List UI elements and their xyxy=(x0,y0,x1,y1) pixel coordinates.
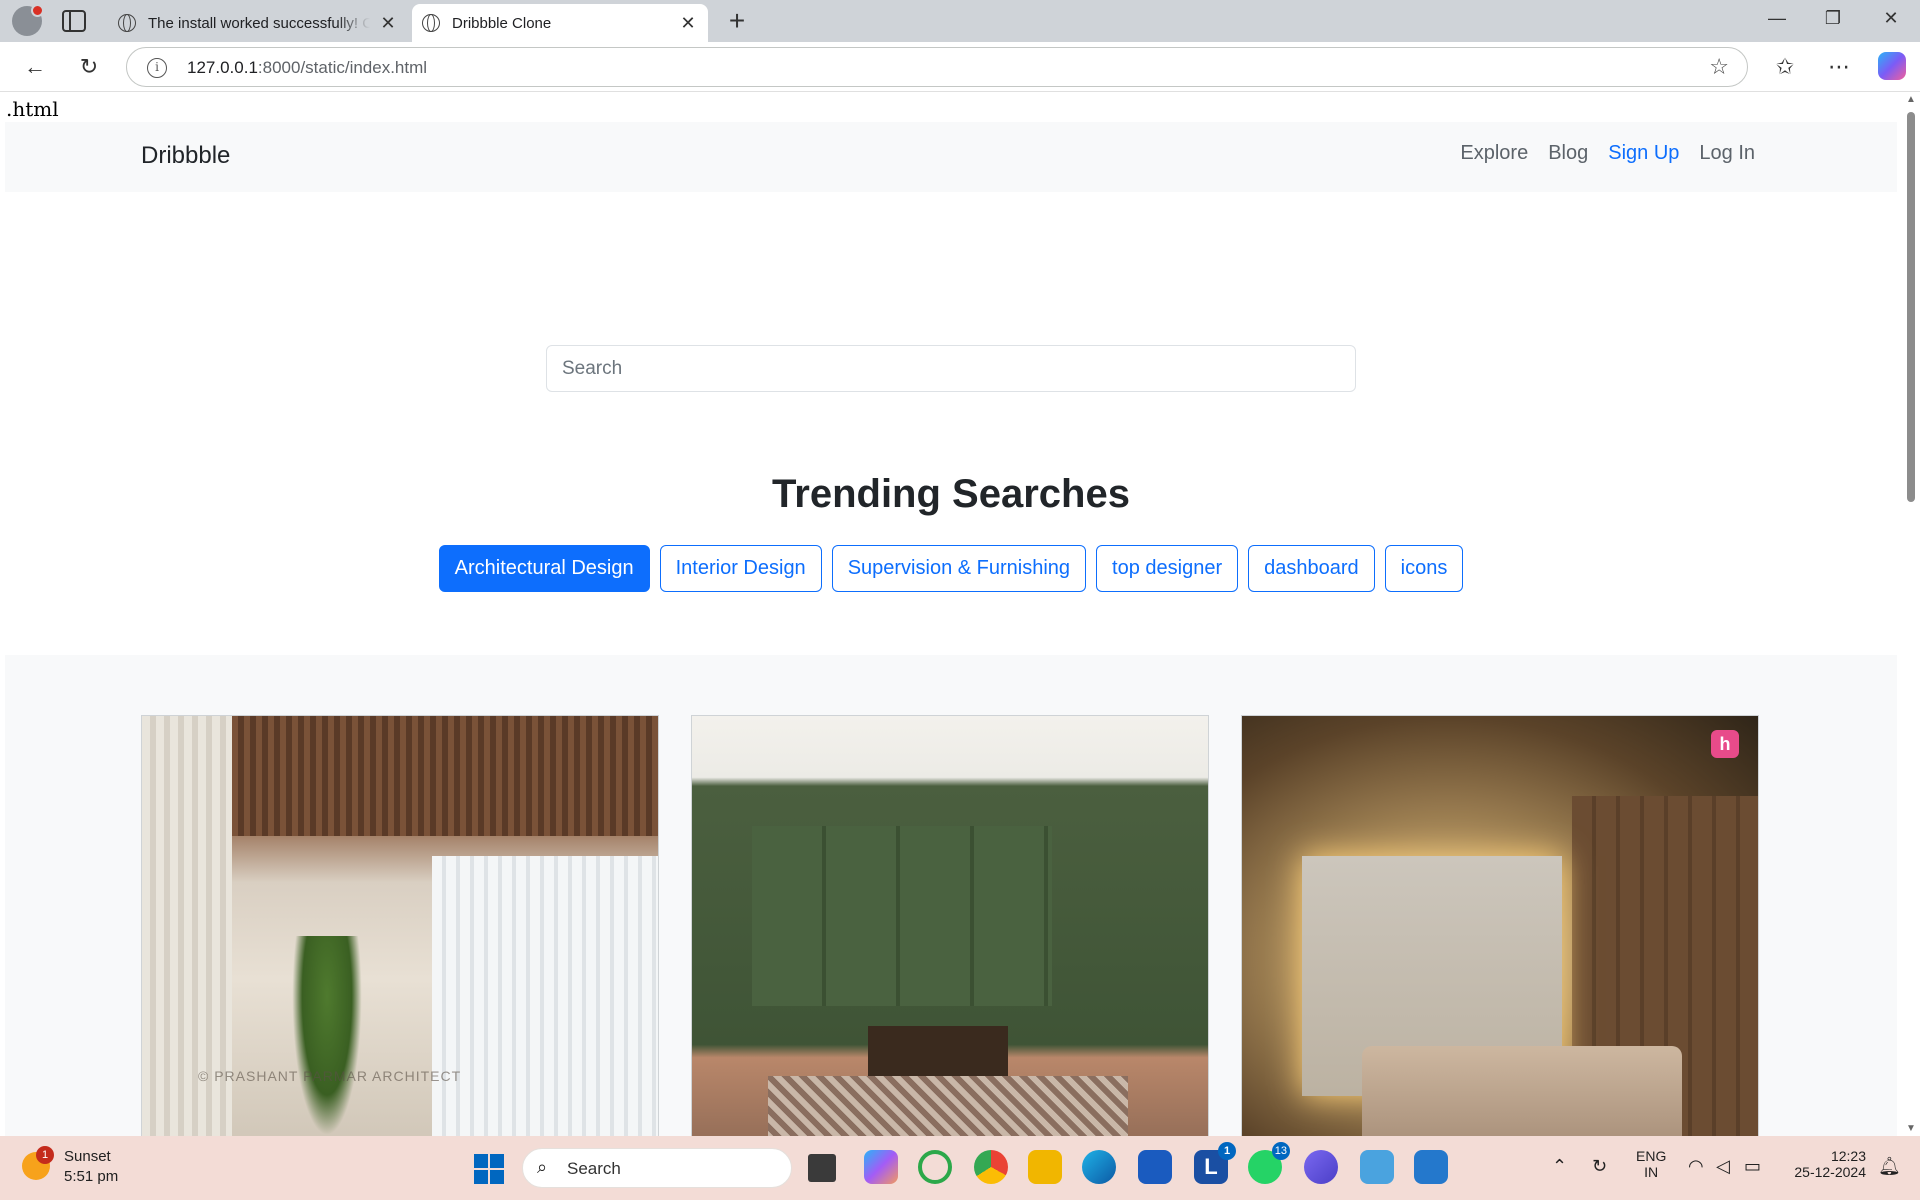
whatsapp-badge: 13 xyxy=(1271,1142,1290,1160)
file-explorer-icon[interactable] xyxy=(1028,1150,1062,1184)
shot-image-detail xyxy=(752,826,1052,1006)
linkedin-icon[interactable]: L1 xyxy=(1194,1142,1236,1184)
shot-watermark: © PRASHANT PARMAR ARCHITECT xyxy=(198,1068,462,1084)
taskbar-search[interactable]: ⌕ Search xyxy=(522,1148,792,1188)
refresh-app-icon[interactable] xyxy=(918,1150,952,1184)
shot-card-kitchen[interactable] xyxy=(691,715,1209,1136)
browser-toolbar: ← ↻ i 127.0.0.1:8000/static/index.html ☆… xyxy=(0,42,1920,92)
globe-icon xyxy=(118,14,136,32)
battery-icon[interactable]: ▭ xyxy=(1744,1156,1761,1177)
trending-title: Trending Searches xyxy=(772,472,1130,516)
clock[interactable]: 12:23 25-12-2024 xyxy=(1786,1148,1866,1180)
shot-image-detail xyxy=(292,936,362,1136)
whatsapp-icon[interactable]: 13 xyxy=(1248,1142,1290,1184)
copilot-icon[interactable] xyxy=(1878,52,1906,80)
nav-links: Explore Blog Sign Up Log In xyxy=(1460,142,1755,165)
tab-title: Dribbble Clone xyxy=(452,14,552,32)
taskbar-search-label: Search xyxy=(567,1159,621,1178)
url-text[interactable]: 127.0.0.1:8000/static/index.html xyxy=(187,58,427,78)
minimize-icon[interactable]: — xyxy=(1762,8,1792,29)
tag-supervision-furnishing[interactable]: Supervision & Furnishing xyxy=(831,545,1087,592)
restore-icon[interactable]: ❐ xyxy=(1818,8,1848,29)
copilot-app-icon[interactable] xyxy=(864,1150,898,1184)
wifi-icon[interactable]: ◠ xyxy=(1688,1156,1704,1177)
tab-dribbble-clone[interactable]: Dribbble Clone ✕ xyxy=(412,4,708,42)
scroll-up-icon[interactable]: ▲ xyxy=(1906,94,1916,105)
weather-badge: 1 xyxy=(36,1146,54,1164)
tag-interior-design[interactable]: Interior Design xyxy=(659,545,822,592)
site-info-icon[interactable]: i xyxy=(147,58,167,78)
nav-signup[interactable]: Sign Up xyxy=(1608,142,1679,165)
tab-install-worked[interactable]: The install worked successfully! Co ✕ xyxy=(108,4,408,42)
shot-card-bedroom[interactable]: h xyxy=(1241,715,1759,1136)
stray-text: .html xyxy=(6,97,59,121)
start-button[interactable] xyxy=(474,1154,504,1184)
shot-image-detail xyxy=(1362,1046,1682,1136)
trending-tags: Architectural Design Interior Design Sup… xyxy=(0,545,1902,592)
nav-login[interactable]: Log In xyxy=(1699,142,1755,165)
sync-icon[interactable]: ↻ xyxy=(1592,1156,1607,1177)
vscode-icon[interactable] xyxy=(1414,1150,1448,1184)
weather-title: Sunset xyxy=(64,1148,111,1165)
shot-card-balcony[interactable]: © PRASHANT PARMAR ARCHITECT xyxy=(141,715,659,1136)
globe-icon xyxy=(422,14,440,32)
address-bar[interactable]: i 127.0.0.1:8000/static/index.html ☆ xyxy=(126,47,1748,87)
page-viewport: .html Dribbble Explore Blog Sign Up Log … xyxy=(0,92,1902,1136)
store-icon[interactable] xyxy=(1138,1150,1172,1184)
new-tab-button[interactable]: + xyxy=(722,6,752,36)
edge-icon[interactable] xyxy=(1082,1150,1116,1184)
taskbar: 1 Sunset 5:51 pm ⌕ Search L1 13 ⌃ ↻ ENG I… xyxy=(0,1136,1920,1200)
shot-brand-logo: h xyxy=(1711,730,1739,758)
lang-indicator[interactable]: ENG IN xyxy=(1636,1148,1666,1180)
scroll-down-icon[interactable]: ▼ xyxy=(1906,1123,1916,1134)
back-icon[interactable]: ← xyxy=(20,54,50,80)
search-input[interactable] xyxy=(546,345,1356,392)
favorites-icon[interactable]: ✩ xyxy=(1770,54,1800,80)
tab-title: The install worked successfully! Co xyxy=(148,14,370,32)
app-icon[interactable] xyxy=(1304,1150,1338,1184)
linkedin-badge: 1 xyxy=(1218,1142,1236,1160)
notepad-icon[interactable] xyxy=(1360,1150,1394,1184)
weather-time: 5:51 pm xyxy=(64,1168,119,1185)
close-window-icon[interactable]: ✕ xyxy=(1876,8,1906,29)
notification-bell-icon[interactable]: 🔔︎ xyxy=(1878,1156,1901,1177)
tab-close-icon[interactable]: ✕ xyxy=(678,13,698,34)
nav-blog[interactable]: Blog xyxy=(1548,142,1588,165)
search-icon: ⌕ xyxy=(537,1157,548,1177)
favorite-star-icon[interactable]: ☆ xyxy=(1709,54,1729,80)
scrollbar-thumb[interactable] xyxy=(1907,112,1915,502)
brand-logo[interactable]: Dribbble xyxy=(141,142,230,170)
reload-icon[interactable]: ↻ xyxy=(74,54,104,80)
tag-architectural-design[interactable]: Architectural Design xyxy=(438,545,650,592)
page-scrollbar[interactable]: ▲ ▼ xyxy=(1902,92,1920,1136)
shot-image-detail xyxy=(768,1076,1128,1136)
shot-image-detail xyxy=(868,1026,1008,1076)
tab-actions-icon[interactable] xyxy=(62,10,86,32)
tab-close-icon[interactable]: ✕ xyxy=(378,13,398,34)
task-view-icon[interactable] xyxy=(808,1154,836,1182)
tag-dashboard[interactable]: dashboard xyxy=(1248,545,1375,592)
chrome-icon[interactable] xyxy=(974,1150,1008,1184)
tag-icons[interactable]: icons xyxy=(1384,545,1464,592)
more-options-icon[interactable]: ⋯ xyxy=(1824,54,1854,80)
site-navbar: Dribbble Explore Blog Sign Up Log In xyxy=(5,122,1897,192)
chevron-up-icon[interactable]: ⌃ xyxy=(1552,1156,1567,1177)
tag-top-designer[interactable]: top designer xyxy=(1096,545,1239,592)
tab-strip: The install worked successfully! Co ✕ Dr… xyxy=(0,0,1920,42)
profile-avatar-icon[interactable] xyxy=(12,4,44,36)
nav-explore[interactable]: Explore xyxy=(1460,142,1528,165)
shot-image-detail xyxy=(432,856,658,1136)
shots-gallery: © PRASHANT PARMAR ARCHITECT h xyxy=(5,655,1897,1136)
volume-icon[interactable]: ◁ xyxy=(1716,1156,1730,1177)
